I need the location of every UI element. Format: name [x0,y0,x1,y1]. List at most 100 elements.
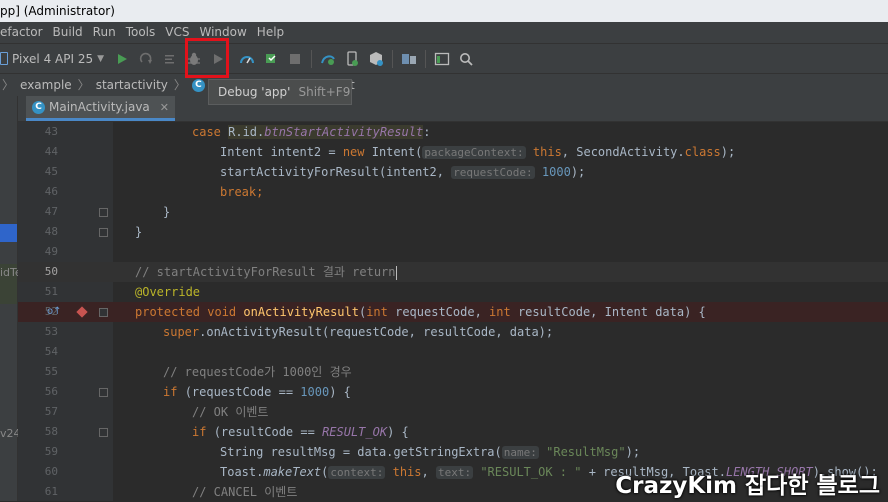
menu-refactor[interactable]: efactor [0,22,48,43]
project-structure-icon [402,53,417,64]
apply-code-icon [165,54,175,63]
code-line-44: Intent intent2 = new Intent(packageConte… [220,145,736,159]
menu-help[interactable]: Help [252,22,289,43]
fold-marker-icon[interactable] [99,308,108,317]
line-number: 54 [44,345,58,358]
device-label: Pixel 4 API 25 [12,51,94,66]
avd-manager-button[interactable] [341,48,363,70]
line-number: 47 [44,205,58,218]
phone-icon [0,52,8,65]
menu-bar: efactor Build Run Tools VCS Window Help [0,22,888,43]
line-number: 59 [44,445,58,458]
menu-build[interactable]: Build [48,22,88,43]
line-number: 57 [44,405,58,418]
run-icon [118,53,128,64]
tab-label: MainActivity.java [49,100,150,114]
fold-marker-icon[interactable] [99,208,108,217]
code-line-46: break; [220,185,264,199]
apply-changes-restart-button[interactable] [260,48,282,70]
strip-selection [0,224,17,242]
chevron-down-icon: ▼ [97,53,105,64]
left-tool-strip: idTe v24 [0,96,22,501]
line-number: 61 [44,485,58,498]
tab-mainactivity[interactable]: C MainActivity.java ✕ [26,96,175,121]
code-line-50: // startActivityForResult 결과 return [113,262,888,282]
code-line-59: String resultMsg = data.getStringExtra(n… [220,445,641,459]
code-line-48: } [135,225,143,239]
breadcrumb-item-example[interactable]: example [16,74,76,96]
sdk-manager-button[interactable] [365,48,387,70]
code-line-52: protected void onActivityResult(int requ… [113,302,888,322]
terminal-window-icon [434,52,450,65]
code-line-58: if (resultCode == RESULT_OK) { [192,425,409,439]
gradle-sync-icon [321,54,335,65]
toolbar-separator [425,49,427,68]
attach-process-icon [266,53,276,63]
sync-gradle-button[interactable] [317,48,339,70]
text-caret [395,265,397,280]
fold-marker-icon[interactable] [99,388,108,397]
editor-tab-bar: C MainActivity.java ✕ [18,96,888,122]
code-line-55: // requestCode가 1000인 경우 [163,365,352,379]
menu-run[interactable]: Run [88,22,121,43]
chevron-right-icon: 〉 [77,78,90,92]
line-number: 55 [44,365,58,378]
editor-gutter: 43 44 45 46 47 48 49 50 51 52 53 54 55 5… [18,122,113,501]
search-icon [460,52,473,66]
apply-changes-icon [139,52,153,64]
line-number: 50 [44,265,58,278]
run-button[interactable] [111,48,133,70]
fold-marker-icon[interactable] [99,228,108,237]
avd-device-icon [347,50,359,66]
code-line-47: } [163,205,171,219]
line-number: 46 [44,185,58,198]
line-number: 56 [44,385,58,398]
code-line-57: // OK 이벤트 [192,405,269,419]
stop-icon [290,53,301,64]
watermark-text: CrazyKim 잡다한 블로그 [615,473,880,499]
code-line-51: @Override [135,285,201,299]
breadcrumb-item-startactivity[interactable]: startactivity [92,74,172,96]
code-line-53: super.onActivityResult(requestCode, resu… [163,325,554,339]
line-number: 51 [44,285,58,298]
main-toolbar: Pixel 4 API 25 ▼ [0,43,888,73]
device-selector[interactable]: Pixel 4 API 25 ▼ [0,48,110,70]
stop-button[interactable] [284,48,306,70]
fold-marker-icon[interactable] [99,428,108,437]
tooltip-label: Debug 'app' [218,85,291,99]
debug-tooltip: Debug 'app' Shift+F9 [208,79,352,105]
breadcrumb: 〉 example 〉 startactivity 〉 C MainAc t [0,73,888,96]
line-number: 45 [44,165,58,178]
toolbar-separator [311,49,313,68]
line-number: 49 [44,245,58,258]
profile-button[interactable] [236,48,258,70]
line-number: 43 [44,125,58,138]
line-number: 44 [44,145,58,158]
profiler-gauge-icon [240,55,255,63]
menu-tools[interactable]: Tools [121,22,161,43]
line-number: 48 [44,225,58,238]
chevron-right-icon: 〉 [2,78,15,92]
tooltip-shortcut: Shift+F9 [298,85,351,99]
line-number: 53 [44,325,58,338]
apply-code-changes-button[interactable] [159,48,181,70]
highlight-box [185,38,229,78]
code-line-56: if (requestCode == 1000) { [163,385,351,399]
code-line-45: startActivityForResult(intent2, requestC… [220,165,586,179]
code-editor[interactable]: case R.id.btnStartActivityResult: Intent… [113,122,888,501]
window-title-bar: pp] (Administrator) [0,0,888,22]
override-marker-icon[interactable]: o↑ [47,306,62,317]
project-structure-button[interactable] [398,48,420,70]
rerun-button[interactable] [135,48,157,70]
sdk-box-icon [370,51,384,66]
line-number: 58 [44,425,58,438]
line-number: 60 [44,465,58,478]
java-class-icon: C [32,100,45,114]
close-icon[interactable]: ✕ [160,101,169,114]
search-everywhere-button[interactable] [455,48,477,70]
code-line-43: case R.id.btnStartActivityResult: [192,125,431,139]
strip-block [0,96,17,120]
device-file-explorer-button[interactable] [431,48,453,70]
